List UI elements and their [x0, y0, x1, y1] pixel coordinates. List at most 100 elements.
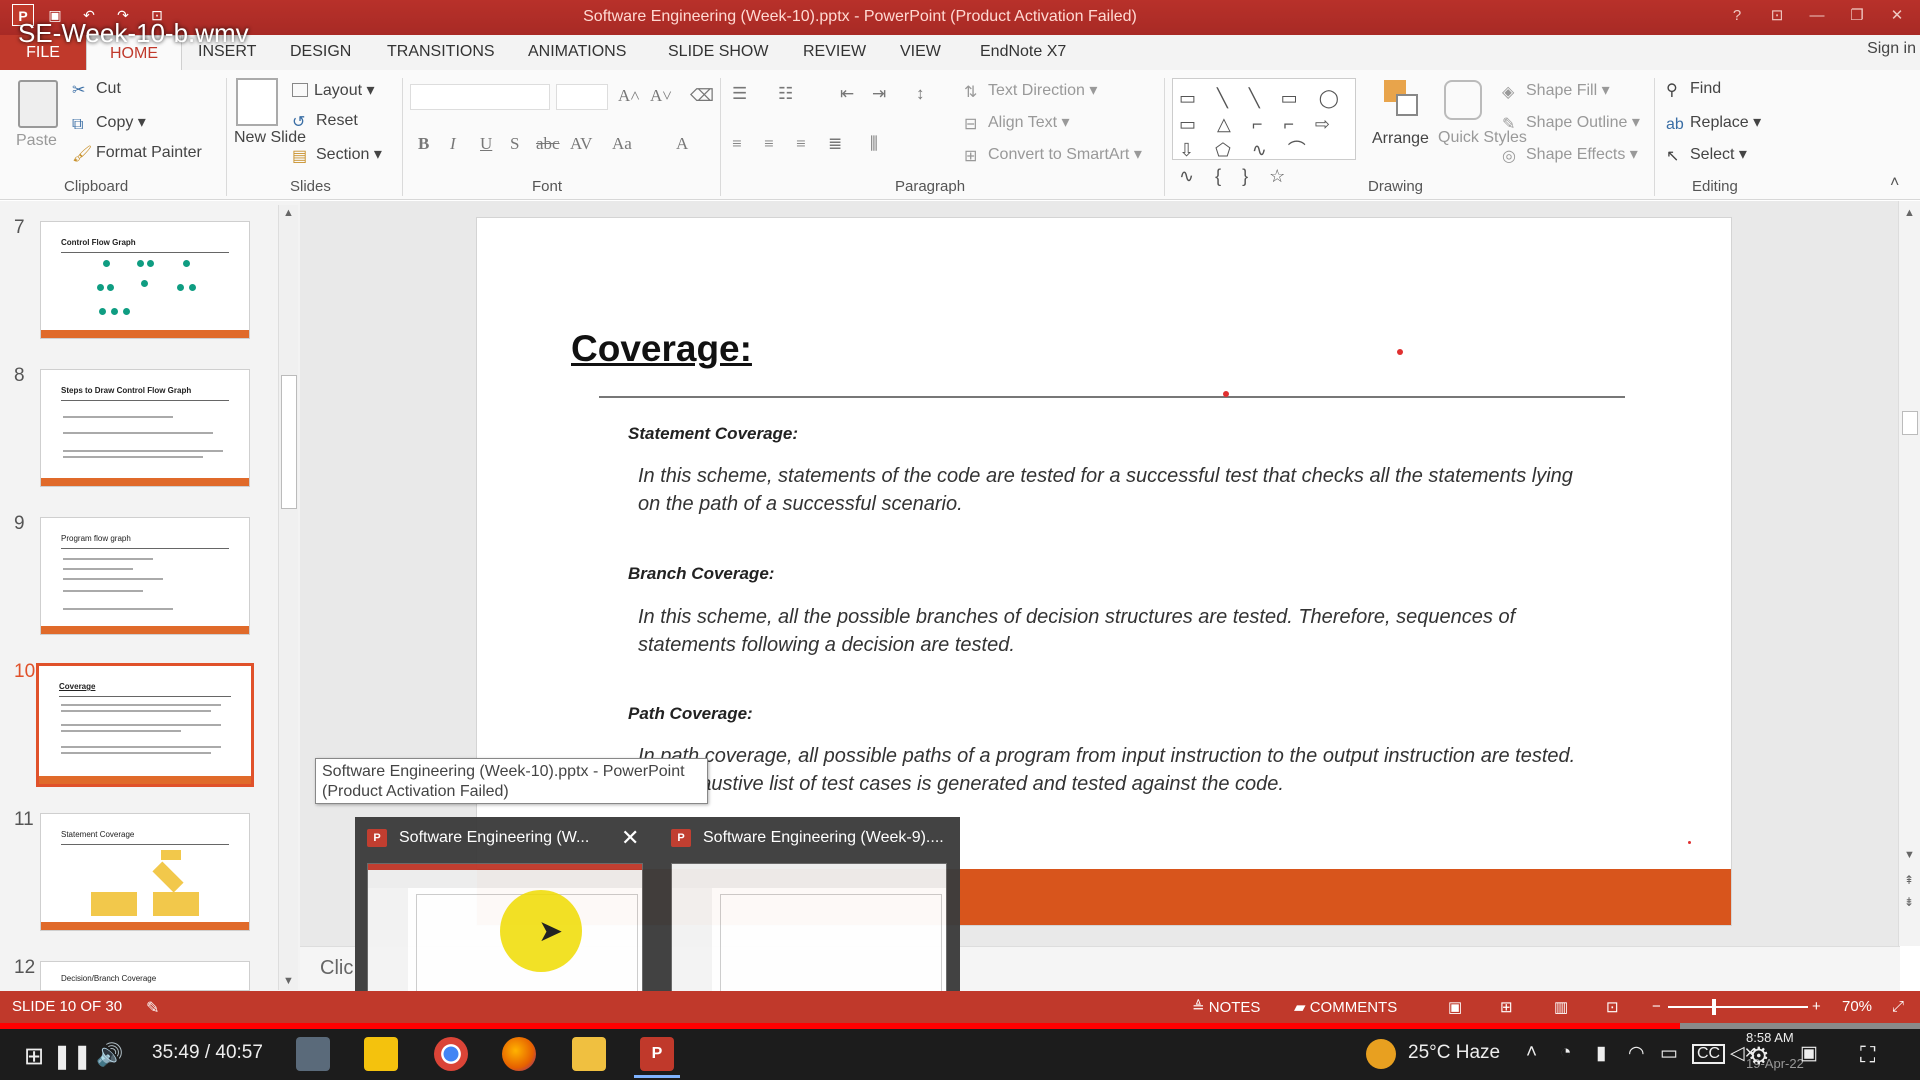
- layout-button[interactable]: Layout ▾: [292, 80, 375, 100]
- slide-thumbnail-12[interactable]: Decision/Branch Coverage: [40, 961, 250, 991]
- zoom-slider-thumb[interactable]: [1712, 999, 1716, 1015]
- format-painter-button[interactable]: 🖌 Format Painter: [72, 144, 202, 163]
- chevron-up-icon[interactable]: ˄: [1526, 1042, 1537, 1064]
- sign-in-link[interactable]: Sign in: [1867, 40, 1916, 58]
- convert-smartart-button[interactable]: ⊞ Convert to SmartArt ▾: [964, 144, 1142, 165]
- shrink-font-icon[interactable]: A˅: [650, 86, 672, 106]
- reset-button[interactable]: ↺ Reset: [292, 112, 358, 131]
- align-center-icon[interactable]: ≡: [764, 134, 774, 154]
- closed-captions-icon[interactable]: CC: [1692, 1044, 1726, 1064]
- paste-button[interactable]: Paste: [16, 132, 57, 150]
- scroll-down-icon[interactable]: ▼: [1904, 849, 1915, 861]
- ribbon-display-icon[interactable]: ⊡: [1760, 4, 1794, 28]
- slide-thumbnail-10[interactable]: Coverage: [36, 663, 254, 787]
- section-heading[interactable]: Branch Coverage:: [628, 564, 774, 584]
- change-case-icon[interactable]: Aa: [612, 134, 632, 154]
- tab-endnote[interactable]: EndNote X7: [980, 43, 1066, 61]
- shape-outline-button[interactable]: ✎ Shape Outline ▾: [1502, 112, 1640, 133]
- shadow-icon[interactable]: S: [510, 134, 519, 154]
- section-heading[interactable]: Statement Coverage:: [628, 424, 798, 444]
- section-button[interactable]: ▤ Section ▾: [292, 144, 382, 165]
- zoom-slider[interactable]: [1668, 1006, 1808, 1008]
- slide-thumbnail-8[interactable]: Steps to Draw Control Flow Graph: [40, 369, 250, 487]
- scroll-up-icon[interactable]: ▲: [283, 207, 294, 219]
- battery-icon[interactable]: ▮: [1596, 1042, 1606, 1065]
- shape-effects-button[interactable]: ◎ Shape Effects ▾: [1502, 144, 1638, 165]
- tab-transitions[interactable]: TRANSITIONS: [387, 43, 495, 61]
- tab-view[interactable]: VIEW: [900, 43, 941, 61]
- slideshow-view-icon[interactable]: ⊡: [1606, 998, 1619, 1016]
- preview-title[interactable]: Software Engineering (Week-9)....: [703, 829, 944, 847]
- bullets-icon[interactable]: ☰: [732, 84, 747, 104]
- section-text[interactable]: In this scheme, all the possible branche…: [638, 603, 1598, 659]
- wifi-icon[interactable]: ◠: [1628, 1042, 1645, 1065]
- italic-icon[interactable]: I: [450, 134, 456, 154]
- arrange-icon[interactable]: [1384, 80, 1420, 120]
- volume-icon[interactable]: 🔊: [96, 1042, 123, 1068]
- fit-slide-icon[interactable]: ⤢: [1892, 998, 1904, 1015]
- scroll-thumb[interactable]: [1902, 411, 1918, 435]
- font-size-select[interactable]: [556, 84, 608, 110]
- minimize-icon[interactable]: —: [1800, 4, 1834, 28]
- miniplayer-icon[interactable]: ▣: [1800, 1042, 1818, 1065]
- slide-thumbnail-9[interactable]: Program flow graph: [40, 517, 250, 635]
- quick-styles-button[interactable]: Quick Styles: [1438, 128, 1527, 148]
- scroll-up-icon[interactable]: ▲: [1904, 207, 1915, 219]
- increase-indent-icon[interactable]: ⇥: [872, 84, 886, 104]
- comments-button[interactable]: ▰ COMMENTS: [1294, 998, 1397, 1016]
- shapes-gallery[interactable]: ▭ ╲ ╲ ▭ ◯ ▭ △ ⌐ ⌐ ⇨ ⇩ ⬠ ∿ ⌒ ∿ { } ☆: [1172, 78, 1356, 186]
- slide-title[interactable]: Coverage:: [571, 328, 752, 370]
- notes-button[interactable]: ≜ NOTES: [1192, 998, 1260, 1016]
- zoom-out-icon[interactable]: −: [1652, 998, 1661, 1015]
- help-icon[interactable]: ?: [1720, 4, 1754, 28]
- close-icon[interactable]: ✕: [1880, 4, 1914, 28]
- find-button[interactable]: ⚲ Find: [1666, 80, 1721, 99]
- restore-icon[interactable]: ❐: [1840, 4, 1874, 28]
- tab-slide-show[interactable]: SLIDE SHOW: [668, 43, 768, 61]
- text-direction-button[interactable]: ⇅ Text Direction ▾: [964, 80, 1097, 101]
- columns-icon[interactable]: ⫼: [870, 134, 878, 154]
- previous-slide-icon[interactable]: ⇞: [1904, 873, 1914, 887]
- shape-fill-button[interactable]: ◈ Shape Fill ▾: [1502, 80, 1610, 101]
- spell-check-icon[interactable]: ✎: [146, 998, 159, 1018]
- section-heading[interactable]: Path Coverage:: [628, 704, 753, 724]
- tab-review[interactable]: REVIEW: [803, 43, 866, 61]
- close-icon[interactable]: ✕: [621, 825, 639, 851]
- next-slide-icon[interactable]: ⇟: [1904, 895, 1914, 909]
- network-icon[interactable]: ◔: [1560, 1042, 1571, 1064]
- slide-thumbnail-7[interactable]: Control Flow Graph: [40, 221, 250, 339]
- preview-title[interactable]: Software Engineering (W...: [399, 829, 589, 847]
- battery-status-icon[interactable]: ▭: [1660, 1042, 1678, 1065]
- select-button[interactable]: ↖ Select ▾: [1666, 144, 1747, 165]
- section-text[interactable]: In path coverage, all possible paths of …: [638, 742, 1598, 798]
- section-text[interactable]: In this scheme, statements of the code a…: [638, 462, 1598, 518]
- tab-design[interactable]: DESIGN: [290, 43, 351, 61]
- cut-button[interactable]: ✂ Cut: [72, 80, 121, 99]
- replace-button[interactable]: ab Replace ▾: [1666, 112, 1761, 133]
- arrange-button[interactable]: Arrange: [1372, 130, 1429, 148]
- zoom-in-icon[interactable]: +: [1812, 998, 1821, 1015]
- font-name-select[interactable]: [410, 84, 550, 110]
- pause-icon[interactable]: ❚❚: [52, 1042, 92, 1071]
- paste-icon[interactable]: [18, 80, 58, 128]
- grow-font-icon[interactable]: A˄: [618, 86, 640, 106]
- character-spacing-icon[interactable]: AV: [570, 134, 592, 154]
- reading-view-icon[interactable]: ▥: [1554, 998, 1568, 1016]
- zoom-level[interactable]: 70%: [1842, 998, 1872, 1015]
- justify-icon[interactable]: ≣: [828, 134, 842, 154]
- thumbnail-scrollbar[interactable]: ▲ ▼: [278, 205, 298, 990]
- font-color-icon[interactable]: A: [676, 134, 688, 154]
- decrease-indent-icon[interactable]: ⇤: [840, 84, 854, 104]
- clear-formatting-icon[interactable]: ⌫: [690, 86, 714, 106]
- align-right-icon[interactable]: ≡: [796, 134, 806, 154]
- bold-icon[interactable]: B: [418, 134, 429, 154]
- settings-gear-icon[interactable]: ⚙: [1748, 1042, 1770, 1071]
- strikethrough-icon[interactable]: abc: [536, 134, 560, 154]
- scroll-thumb[interactable]: [281, 375, 297, 509]
- firefox-icon[interactable]: [502, 1037, 536, 1071]
- scroll-down-icon[interactable]: ▼: [283, 975, 294, 987]
- powerpoint-taskbar-icon[interactable]: P: [640, 1037, 674, 1071]
- slide-thumbnail-11[interactable]: Statement Coverage: [40, 813, 250, 931]
- sticky-notes-icon[interactable]: [364, 1037, 398, 1071]
- windows-start-icon[interactable]: ⊞: [24, 1042, 44, 1071]
